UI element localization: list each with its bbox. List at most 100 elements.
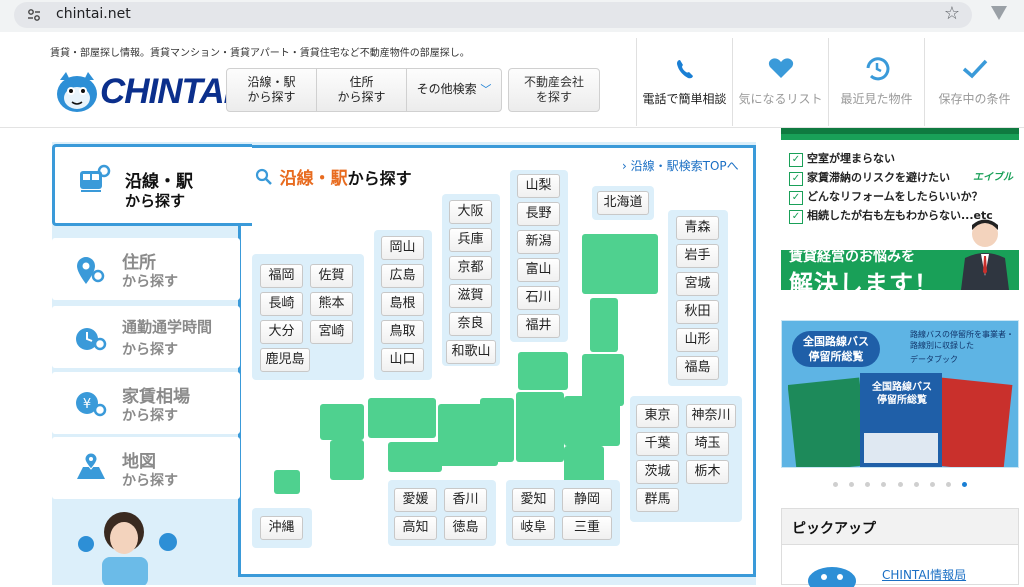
pref-button[interactable]: 兵庫: [449, 228, 492, 252]
mascot-logo-icon: [57, 72, 97, 112]
pref-button[interactable]: 山形: [676, 328, 719, 352]
pref-button[interactable]: 富山: [517, 258, 560, 282]
address-bar[interactable]: chintai.net ☆: [14, 2, 972, 28]
pref-button[interactable]: 徳島: [444, 516, 487, 540]
chevron-right-icon: ›: [622, 159, 627, 173]
link-label: 沿線・駅検索TOPへ: [630, 159, 739, 173]
ad-description-2: データブック: [910, 355, 958, 364]
pref-button[interactable]: 熊本: [310, 292, 353, 316]
pref-button[interactable]: 青森: [676, 216, 719, 240]
pref-button[interactable]: 広島: [381, 264, 424, 288]
browser-toolbar: chintai.net ☆: [0, 0, 1024, 32]
pref-button[interactable]: 新潟: [517, 230, 560, 254]
pref-button[interactable]: 大阪: [449, 200, 492, 224]
pref-button[interactable]: 宮城: [676, 272, 719, 296]
tab-line-station[interactable]: 沿線・駅 から探す: [52, 144, 252, 226]
pref-button[interactable]: 茨城: [636, 460, 679, 484]
pref-button[interactable]: 栃木: [686, 460, 729, 484]
ad-top-band: [781, 128, 1019, 134]
pref-button[interactable]: 山口: [381, 348, 424, 372]
button-label: 不動産会社: [523, 75, 584, 89]
bus-stop-book-ad[interactable]: 全国路線バス 停留所総覧 路線バスの停留所を事業者・路線別に収録した データブッ…: [781, 320, 1019, 468]
nav-saved-conditions[interactable]: 保存中の条件: [924, 38, 1024, 126]
button-label: から探す: [247, 90, 296, 104]
tab-label: 住所: [122, 253, 156, 273]
pref-button[interactable]: 石川: [517, 286, 560, 310]
button-label: 沿線・駅: [247, 75, 296, 89]
pref-button[interactable]: 香川: [444, 488, 487, 512]
pref-button[interactable]: 福井: [517, 314, 560, 338]
pref-button[interactable]: 山梨: [517, 174, 560, 198]
pref-button[interactable]: 福岡: [260, 264, 303, 288]
button-label: その他検索: [416, 82, 477, 96]
pref-button[interactable]: 島根: [381, 292, 424, 316]
pref-button[interactable]: 三重: [562, 516, 612, 540]
pref-button[interactable]: 京都: [449, 256, 492, 280]
line-search-top-link[interactable]: › 沿線・駅検索TOPへ: [622, 157, 739, 174]
tab-address[interactable]: 住所 から探す: [52, 238, 240, 300]
pref-button[interactable]: 岐阜: [512, 516, 555, 540]
carousel-dot[interactable]: [881, 482, 887, 487]
nav-phone-consult[interactable]: 電話で簡単相談: [636, 38, 732, 126]
pref-button[interactable]: 長野: [517, 202, 560, 226]
carousel-dot[interactable]: [833, 482, 839, 487]
site-settings-icon[interactable]: [26, 7, 42, 23]
pref-button[interactable]: 長崎: [260, 292, 303, 316]
nav-label: 保存中の条件: [938, 92, 1011, 106]
carousel-dot[interactable]: [945, 482, 951, 487]
pref-button[interactable]: 鹿児島: [260, 348, 310, 372]
area-search-section: 沿線・駅 から探す 住所 から探す 通勤通学時間 から探す ¥ 家賃相場 から探…: [52, 142, 756, 585]
nav-recently-viewed[interactable]: 最近見た物件: [828, 38, 924, 126]
rental-management-ad[interactable]: 空室が埋まらない 家賃滞納のリスクを避けたい どんなリフォームをしたらいいか？ …: [781, 128, 1019, 290]
heart-icon: [768, 58, 794, 78]
bookmark-star-icon[interactable]: ☆: [944, 3, 960, 24]
train-search-icon: [80, 164, 111, 192]
pref-button[interactable]: 東京: [636, 404, 679, 428]
carousel-dot[interactable]: [913, 482, 919, 487]
carousel-dot-active[interactable]: [961, 482, 967, 487]
pref-button[interactable]: 岩手: [676, 244, 719, 268]
search-by-line-button[interactable]: 沿線・駅 から探す: [227, 69, 317, 111]
url-text[interactable]: chintai.net: [56, 6, 131, 22]
pref-button[interactable]: 岡山: [381, 236, 424, 260]
pref-button[interactable]: 沖縄: [260, 516, 303, 540]
chintai-news-link[interactable]: CHINTAI情報局: [882, 566, 966, 583]
search-by-address-button[interactable]: 住所 から探す: [317, 69, 407, 111]
tab-commute-time[interactable]: 通勤通学時間 から探す: [52, 306, 240, 368]
extension-icon[interactable]: [991, 6, 1007, 20]
tab-label: から探す: [122, 408, 178, 424]
find-agent-button[interactable]: 不動産会社 を探す: [508, 68, 600, 112]
ad-subtitle: 賃貸経営のお悩みを: [789, 249, 915, 265]
pref-button[interactable]: 福島: [676, 356, 719, 380]
region-tokai: 愛知 静岡 岐阜 三重: [506, 480, 620, 546]
pref-button[interactable]: 秋田: [676, 300, 719, 324]
pref-button[interactable]: 高知: [394, 516, 437, 540]
pref-button[interactable]: 滋賀: [449, 284, 492, 308]
tab-label: 通勤通学時間: [122, 318, 213, 336]
tab-map[interactable]: 地図 から探す: [52, 437, 240, 499]
pref-button[interactable]: 千葉: [636, 432, 679, 456]
pref-button[interactable]: 埼玉: [686, 432, 729, 456]
carousel-dot[interactable]: [897, 482, 903, 487]
pref-button[interactable]: 愛媛: [394, 488, 437, 512]
pref-button[interactable]: 大分: [260, 320, 303, 344]
carousel-dot[interactable]: [865, 482, 871, 487]
pref-button[interactable]: 奈良: [449, 312, 492, 336]
pref-button[interactable]: 愛知: [512, 488, 555, 512]
pref-button[interactable]: 鳥取: [381, 320, 424, 344]
carousel-dot[interactable]: [929, 482, 935, 487]
pref-button[interactable]: 群馬: [636, 488, 679, 512]
nav-favorites[interactable]: 気になるリスト: [732, 38, 828, 126]
tab-rent-price[interactable]: ¥ 家賃相場 から探す: [52, 372, 240, 434]
tab-label: から探す: [122, 274, 178, 290]
pref-button[interactable]: 和歌山: [446, 340, 496, 364]
pref-button[interactable]: 佐賀: [310, 264, 353, 288]
pref-button[interactable]: 静岡: [562, 488, 612, 512]
pref-button[interactable]: 神奈川: [686, 404, 736, 428]
carousel-dot[interactable]: [849, 482, 855, 487]
chintai-logo[interactable]: CHINTAI: [52, 68, 233, 118]
pref-button[interactable]: 宮崎: [310, 320, 353, 344]
other-search-button[interactable]: その他検索 ﹀: [407, 69, 501, 111]
book-title: 全国路線バス 停留所総覧: [866, 381, 938, 407]
pref-button[interactable]: 北海道: [597, 191, 649, 215]
